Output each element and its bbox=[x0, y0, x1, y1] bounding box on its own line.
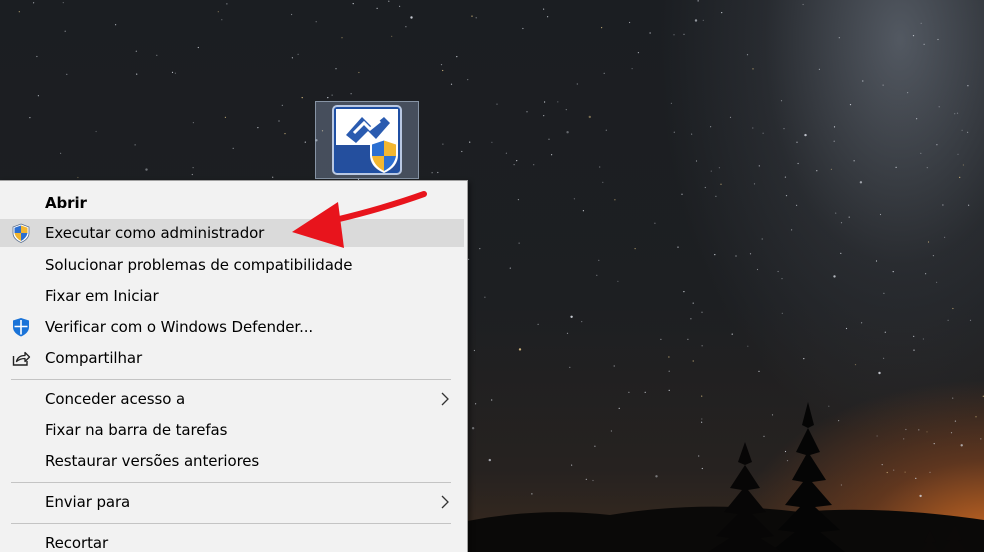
menu-separator bbox=[11, 482, 451, 483]
menu-separator bbox=[11, 523, 451, 524]
red-arrow-annotation bbox=[292, 191, 427, 248]
receita-federal-app-icon bbox=[332, 105, 402, 175]
menu-separator bbox=[11, 379, 451, 380]
menu-item-label: Recortar bbox=[45, 534, 109, 552]
menu-item-label: Restaurar versões anteriores bbox=[45, 452, 260, 470]
menu-item-label: Conceder acesso a bbox=[45, 390, 186, 408]
menu-item-label: Enviar para bbox=[45, 493, 131, 511]
uac-shield-icon bbox=[12, 223, 30, 243]
menu-item-fixar-em-iniciar[interactable]: Fixar em Iniciar bbox=[0, 282, 464, 310]
menu-item-conceder-acesso[interactable]: Conceder acesso a bbox=[0, 385, 464, 413]
menu-item-label: Compartilhar bbox=[45, 349, 143, 367]
menu-item-label: Verificar com o Windows Defender... bbox=[45, 318, 314, 336]
menu-item-verificar-windows-defender[interactable]: Verificar com o Windows Defender... bbox=[0, 313, 464, 341]
menu-item-compartilhar[interactable]: Compartilhar bbox=[0, 344, 464, 372]
menu-item-restaurar-versoes[interactable]: Restaurar versões anteriores bbox=[0, 447, 464, 475]
menu-item-enviar-para[interactable]: Enviar para bbox=[0, 488, 464, 516]
menu-item-solucionar-problemas[interactable]: Solucionar problemas de compatibilidade bbox=[0, 251, 464, 279]
menu-item-label: Solucionar problemas de compatibilidade bbox=[45, 256, 353, 274]
chevron-right-icon bbox=[441, 392, 449, 406]
share-icon bbox=[12, 351, 31, 366]
menu-item-fixar-barra-tarefas[interactable]: Fixar na barra de tarefas bbox=[0, 416, 464, 444]
windows-defender-icon bbox=[13, 318, 29, 337]
menu-item-label: Fixar em Iniciar bbox=[45, 287, 159, 305]
menu-item-label: Abrir bbox=[45, 194, 87, 212]
menu-item-label: Executar como administrador bbox=[45, 224, 265, 242]
desktop-app-icon[interactable] bbox=[315, 101, 419, 179]
desktop-wallpaper: Abrir Executar como administrador Soluci… bbox=[0, 0, 984, 552]
menu-item-recortar[interactable]: Recortar bbox=[0, 529, 464, 552]
menu-item-label: Fixar na barra de tarefas bbox=[45, 421, 228, 439]
chevron-right-icon bbox=[441, 495, 449, 509]
